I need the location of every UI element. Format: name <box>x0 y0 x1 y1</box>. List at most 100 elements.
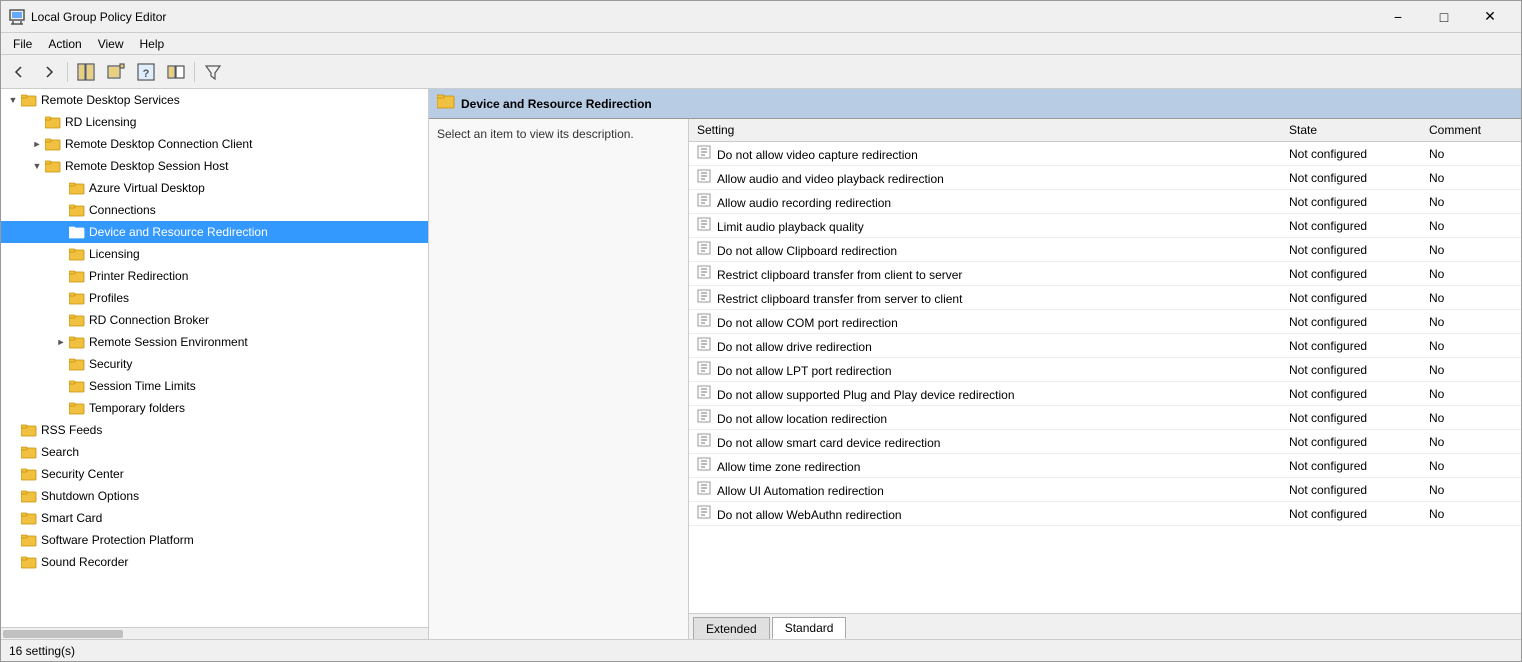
table-row[interactable]: Do not allow Clipboard redirectionNot co… <box>689 238 1521 262</box>
tree-item-rd-connection-broker[interactable]: RD Connection Broker <box>1 309 428 331</box>
tree-item-rss-feeds[interactable]: RSS Feeds <box>1 419 428 441</box>
table-row[interactable]: Limit audio playback qualityNot configur… <box>689 214 1521 238</box>
tree-scrollbar-x[interactable] <box>1 627 428 639</box>
table-row[interactable]: Do not allow LPT port redirectionNot con… <box>689 358 1521 382</box>
expand-rdcc[interactable]: ► <box>29 136 45 152</box>
setting-name-cell: Do not allow video capture redirection <box>689 142 1281 166</box>
tree-scrollbar-thumb[interactable] <box>3 630 123 638</box>
setting-name-cell: Do not allow smart card device redirecti… <box>689 430 1281 454</box>
setting-name: Do not allow location redirection <box>717 412 887 426</box>
tree-label-tf: Temporary folders <box>89 401 185 415</box>
tree-item-connections[interactable]: Connections <box>1 199 428 221</box>
menu-help[interactable]: Help <box>132 35 173 53</box>
setting-comment: No <box>1421 478 1521 502</box>
back-button[interactable] <box>5 59 33 85</box>
col-header-setting: Setting <box>689 119 1281 142</box>
window-controls: − □ ✕ <box>1375 1 1513 33</box>
tree-item-shutdown-options[interactable]: Shutdown Options <box>1 485 428 507</box>
tree-item-search[interactable]: Search <box>1 441 428 463</box>
content-body: Select an item to view its description. … <box>429 119 1521 639</box>
view-panel-button[interactable] <box>162 59 190 85</box>
setting-name: Allow UI Automation redirection <box>717 484 884 498</box>
forward-button[interactable] <box>35 59 63 85</box>
table-row[interactable]: Do not allow location redirectionNot con… <box>689 406 1521 430</box>
close-button[interactable]: ✕ <box>1467 1 1513 33</box>
setting-state: Not configured <box>1281 334 1421 358</box>
tree-item-spp[interactable]: Software Protection Platform <box>1 529 428 551</box>
table-row[interactable]: Allow time zone redirectionNot configure… <box>689 454 1521 478</box>
setting-name-cell: Allow audio recording redirection <box>689 190 1281 214</box>
table-row[interactable]: Do not allow video capture redirectionNo… <box>689 142 1521 166</box>
policy-icon <box>697 361 711 375</box>
expand-spacer-smcard <box>5 510 21 526</box>
setting-comment: No <box>1421 334 1521 358</box>
setting-comment: No <box>1421 310 1521 334</box>
maximize-button[interactable]: □ <box>1421 1 1467 33</box>
setting-state: Not configured <box>1281 358 1421 382</box>
expand-spacer-search <box>5 444 21 460</box>
expand-spacer-drr <box>53 224 69 240</box>
tree-item-rdcc[interactable]: ► Remote Desktop Connection Client <box>1 133 428 155</box>
policy-icon <box>697 169 711 183</box>
expand-spacer-spp <box>5 532 21 548</box>
tab-extended[interactable]: Extended <box>693 617 770 639</box>
minimize-button[interactable]: − <box>1375 1 1421 33</box>
tree-item-rd-licensing[interactable]: RD Licensing <box>1 111 428 133</box>
tree-item-printer-redirection[interactable]: Printer Redirection <box>1 265 428 287</box>
menu-action[interactable]: Action <box>40 35 89 53</box>
filter-button[interactable] <box>199 59 227 85</box>
properties-button[interactable] <box>102 59 130 85</box>
app-icon <box>9 9 25 25</box>
setting-name-cell: Do not allow drive redirection <box>689 334 1281 358</box>
setting-comment: No <box>1421 214 1521 238</box>
show-hide-console-button[interactable] <box>72 59 100 85</box>
settings-pane: Setting State Comment Do not allow video… <box>689 119 1521 639</box>
content-panel: Device and Resource Redirection Select a… <box>429 89 1521 639</box>
help-button[interactable]: ? <box>132 59 160 85</box>
policy-icon <box>697 505 711 519</box>
policy-icon <box>697 289 711 303</box>
table-row[interactable]: Allow UI Automation redirectionNot confi… <box>689 478 1521 502</box>
setting-state: Not configured <box>1281 190 1421 214</box>
policy-icon <box>697 409 711 423</box>
menu-view[interactable]: View <box>90 35 132 53</box>
table-row[interactable]: Allow audio recording redirectionNot con… <box>689 190 1521 214</box>
table-row[interactable]: Do not allow COM port redirectionNot con… <box>689 310 1521 334</box>
table-row[interactable]: Allow audio and video playback redirecti… <box>689 166 1521 190</box>
tree-label-licensing: Licensing <box>89 247 140 261</box>
tree-item-temporary-folders[interactable]: Temporary folders <box>1 397 428 419</box>
setting-name-cell: Limit audio playback quality <box>689 214 1281 238</box>
table-row[interactable]: Do not allow smart card device redirecti… <box>689 430 1521 454</box>
setting-state: Not configured <box>1281 502 1421 526</box>
tree-item-device-redirection[interactable]: Device and Resource Redirection <box>1 221 428 243</box>
expand-rdsh[interactable]: ▼ <box>29 158 45 174</box>
expand-spacer-sec <box>53 356 69 372</box>
tree-item-security-center[interactable]: Security Center <box>1 463 428 485</box>
table-row[interactable]: Do not allow WebAuthn redirectionNot con… <box>689 502 1521 526</box>
tree-item-licensing[interactable]: Licensing <box>1 243 428 265</box>
tree-item-session-time-limits[interactable]: Session Time Limits <box>1 375 428 397</box>
tab-standard[interactable]: Standard <box>772 617 847 639</box>
table-row[interactable]: Restrict clipboard transfer from client … <box>689 262 1521 286</box>
tree-item-profiles[interactable]: Profiles <box>1 287 428 309</box>
tree-item-rdsh[interactable]: ▼ Remote Desktop Session Host <box>1 155 428 177</box>
setting-name-cell: Allow audio and video playback redirecti… <box>689 166 1281 190</box>
policy-icon <box>697 145 711 159</box>
setting-name: Do not allow COM port redirection <box>717 316 898 330</box>
menu-file[interactable]: File <box>5 35 40 53</box>
tree-item-remote-session-env[interactable]: ► Remote Session Environment <box>1 331 428 353</box>
tree-item-sound-recorder[interactable]: Sound Recorder <box>1 551 428 573</box>
settings-table[interactable]: Setting State Comment Do not allow video… <box>689 119 1521 613</box>
expand-rse[interactable]: ► <box>53 334 69 350</box>
table-row[interactable]: Do not allow drive redirectionNot config… <box>689 334 1521 358</box>
expand-icon[interactable]: ▼ <box>5 92 21 108</box>
tree-item-smart-card[interactable]: Smart Card <box>1 507 428 529</box>
tree-item-avd[interactable]: Azure Virtual Desktop <box>1 177 428 199</box>
window-title: Local Group Policy Editor <box>31 10 1375 24</box>
col-header-state: State <box>1281 119 1421 142</box>
table-row[interactable]: Do not allow supported Plug and Play dev… <box>689 382 1521 406</box>
tree-item-security[interactable]: Security <box>1 353 428 375</box>
tree-item-remote-desktop-services[interactable]: ▼ Remote Desktop Services <box>1 89 428 111</box>
table-row[interactable]: Restrict clipboard transfer from server … <box>689 286 1521 310</box>
setting-name-cell: Do not allow location redirection <box>689 406 1281 430</box>
